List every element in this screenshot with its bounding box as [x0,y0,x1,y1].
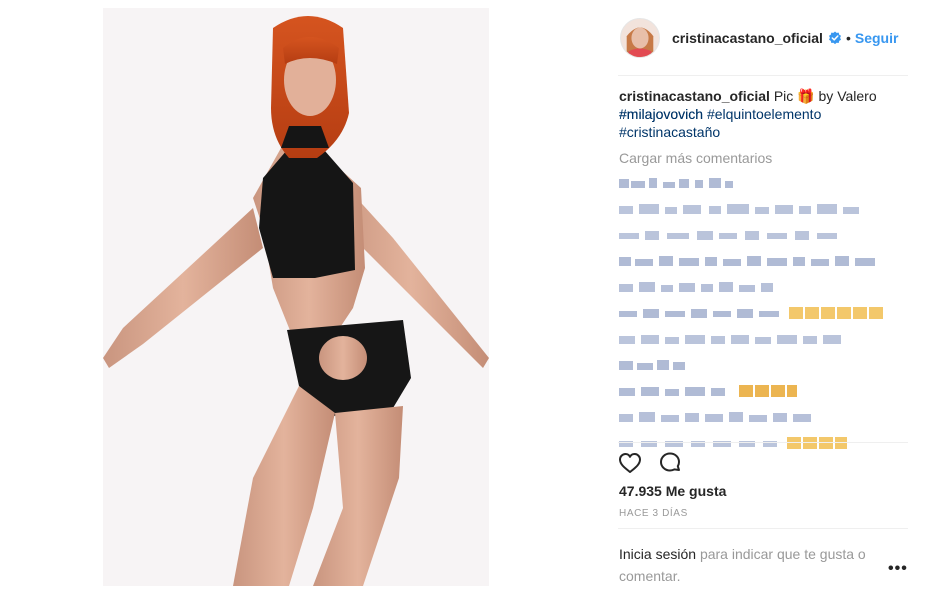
caption-credit: by Valero [818,88,877,104]
pixelated-comment [619,410,908,424]
caption-text: Pic [773,88,794,104]
footer-divider [618,528,908,529]
caption-username[interactable]: cristinacastano_oficial [619,88,770,104]
hashtag-link[interactable]: #cristinacastaño [619,123,908,141]
comment-bubble-icon[interactable] [657,450,683,476]
pixelated-comment [619,280,908,294]
follow-button[interactable]: Seguir [855,30,899,46]
actions-divider [618,442,908,443]
post-sidebar: cristinacastano_oficial • Seguir cristin… [612,0,908,592]
login-prompt: Inicia sesión para indicar que te gusta … [619,543,889,587]
login-link[interactable]: Inicia sesión [619,546,696,562]
pixelated-comment [619,176,908,190]
gift-emoji: 🎁 [797,88,815,104]
post-photo [103,8,489,586]
comments-list [619,176,908,462]
post-header: cristinacastano_oficial • Seguir [612,16,908,60]
avatar[interactable] [620,18,660,58]
post-caption-hashtags: #milajovovich #elquintoelemento #cristin… [619,105,908,141]
post-image [103,8,489,586]
separator-dot: • [845,30,851,46]
load-more-comments-button[interactable]: Cargar más comentarios [619,150,772,166]
pixelated-comment [619,202,908,216]
pixelated-comment [619,384,908,398]
pixelated-comment [619,228,908,242]
verified-badge-icon [828,31,842,45]
post-timestamp[interactable]: HACE 3 DÍAS [619,508,688,519]
avatar-image [621,19,659,57]
hashtag-link[interactable]: #milajovovich [619,106,703,122]
post-author-username[interactable]: cristinacastano_oficial [672,30,823,46]
pixelated-comment [619,332,908,346]
post-actions [617,450,683,476]
heart-outline-icon[interactable] [617,450,643,476]
pixelated-comment [619,358,908,372]
pixelated-comment [619,254,908,268]
pixelated-comment [619,306,908,320]
pixelated-comment [619,436,908,450]
more-options-icon[interactable]: ••• [888,560,908,578]
header-divider [618,75,908,76]
likes-count[interactable]: 47.935 Me gusta [619,483,726,499]
hashtag-link[interactable]: #elquintoelemento [707,106,821,122]
